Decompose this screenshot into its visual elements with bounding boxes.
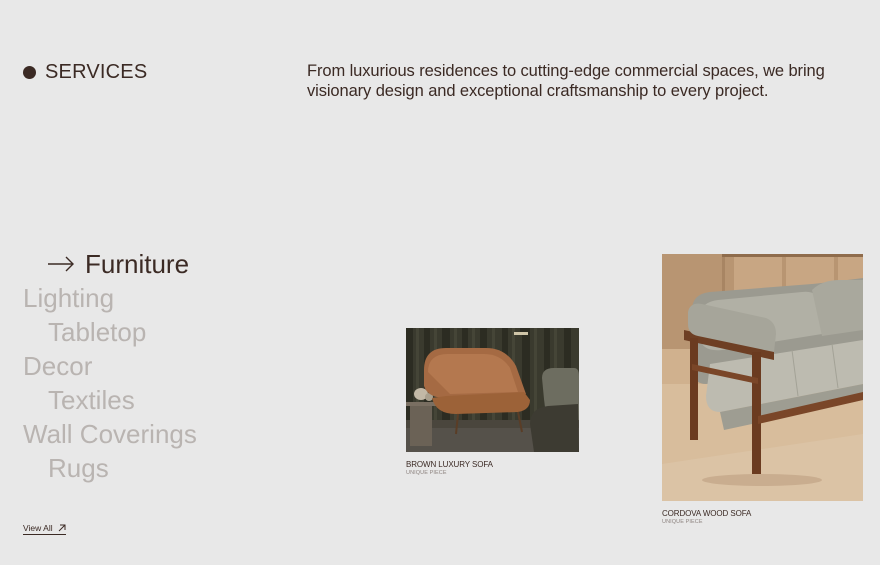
product-image [406,328,579,452]
service-label: Rugs [48,452,109,483]
service-label: Tabletop [48,316,147,347]
arrow-right-icon [48,256,74,272]
view-all-link[interactable]: View All [23,523,66,535]
section-header: SERVICES [23,60,147,84]
section-title: SERVICES [45,61,148,83]
service-list: Furniture Lighting Tabletop Decor Textil… [23,247,197,485]
product-image [662,254,863,501]
service-item-wall-coverings[interactable]: Wall Coverings [23,417,197,451]
service-item-furniture[interactable]: Furniture [23,247,197,281]
dot-icon [23,65,36,79]
product-tag: UNIQUE PIECE [662,519,703,525]
product-tag: UNIQUE PIECE [406,470,447,476]
service-label: Wall Coverings [23,418,197,449]
service-label: Furniture [85,248,190,279]
arrow-up-right-icon [58,524,66,532]
intro-text: From luxurious residences to cutting-edg… [307,62,825,100]
product-name: BROWN LUXURY SOFA [406,460,493,469]
product-card-cordova-wood-sofa[interactable]: CORDOVA WOOD SOFA UNIQUE PIECE [662,254,863,526]
service-item-lighting[interactable]: Lighting [23,281,197,315]
service-item-textiles[interactable]: Textiles [23,383,197,417]
service-label: Lighting [23,282,115,313]
product-card-brown-luxury-sofa[interactable]: BROWN LUXURY SOFA UNIQUE PIECE [406,328,579,477]
service-label: Textiles [48,384,135,415]
view-all-label: View All [23,523,53,533]
service-item-tabletop[interactable]: Tabletop [23,315,197,349]
service-item-rugs[interactable]: Rugs [23,451,197,485]
product-name: CORDOVA WOOD SOFA [662,509,752,518]
service-item-decor[interactable]: Decor [23,349,197,383]
service-label: Decor [23,350,93,381]
